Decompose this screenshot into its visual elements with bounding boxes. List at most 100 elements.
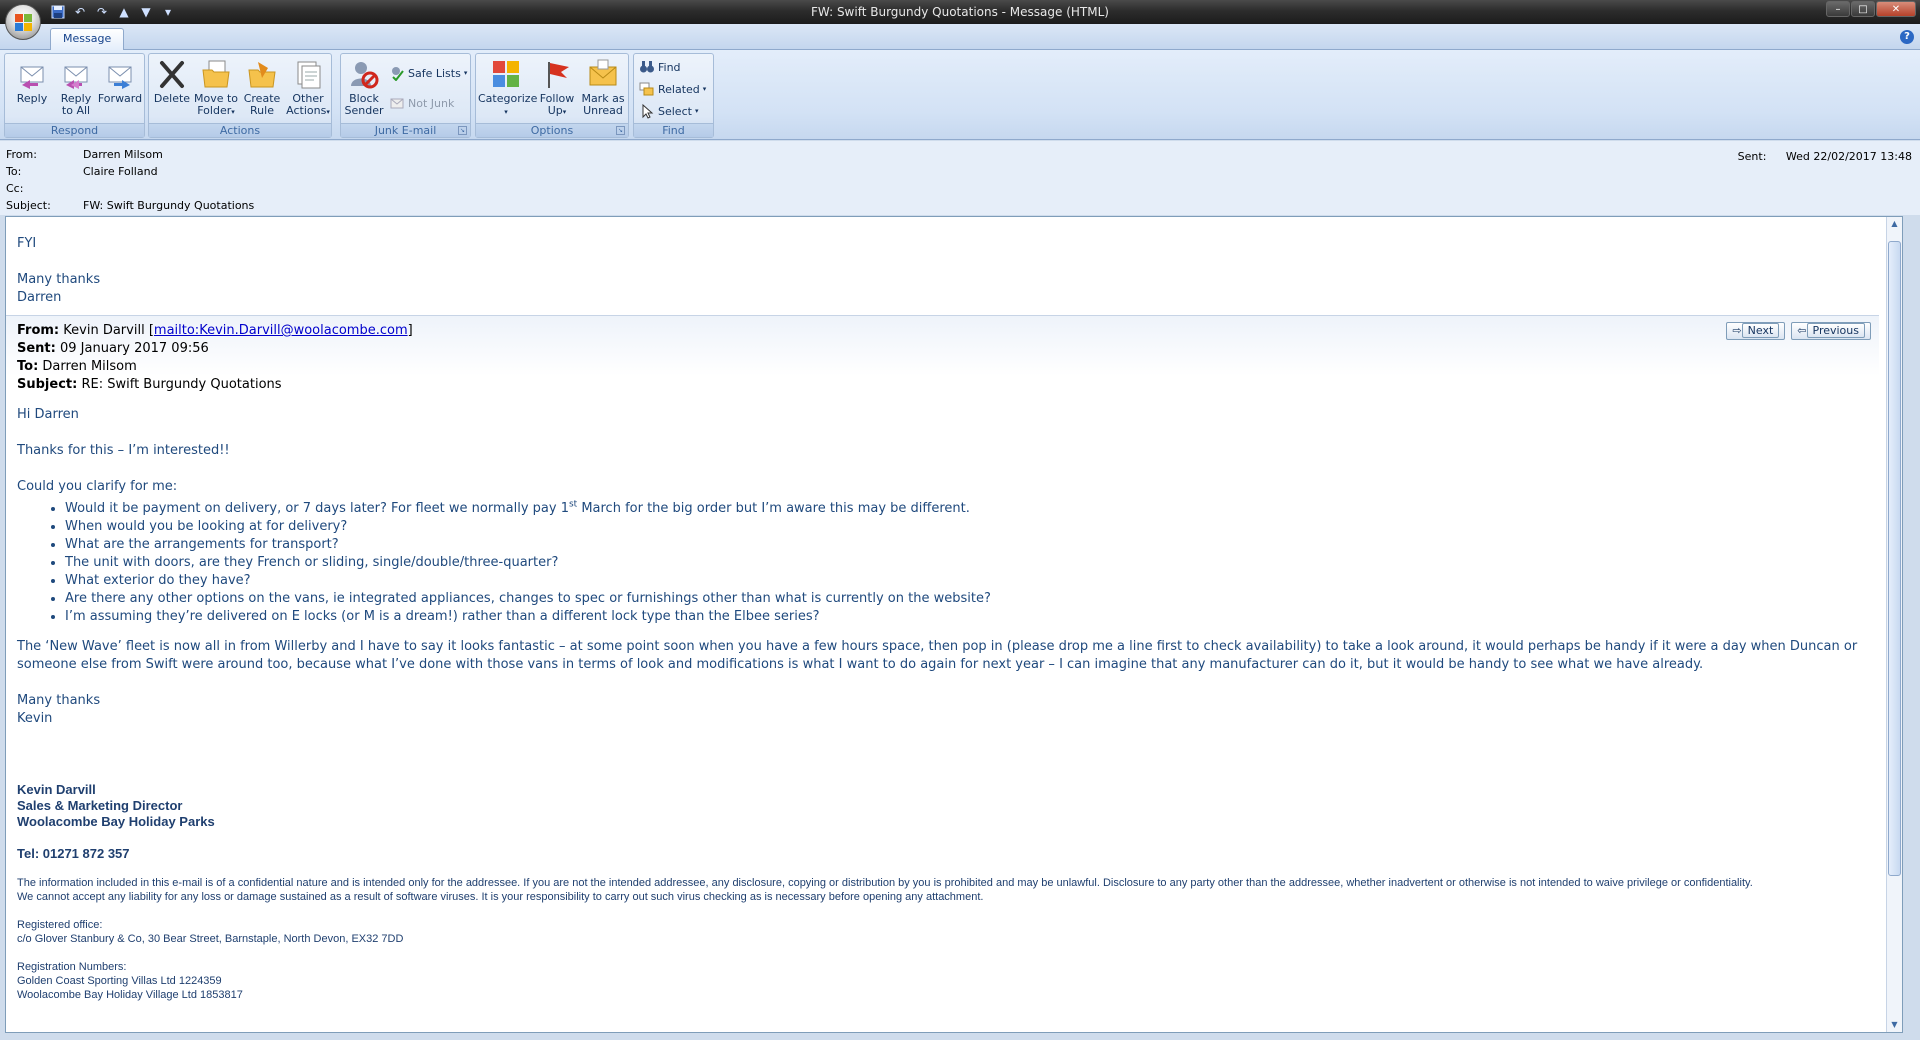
create-rule-button[interactable]: Create Rule: [239, 58, 285, 117]
registered-office: c/o Glover Stanbury & Co, 30 Bear Street…: [17, 933, 404, 945]
chevron-down-icon: ▾: [694, 107, 699, 115]
registration-number: Golden Coast Sporting Villas Ltd 1224359: [17, 975, 222, 987]
ribbon-tab-strip: Message ?: [0, 24, 1920, 50]
disclaimer-virus: We cannot accept any liability for any l…: [17, 891, 984, 903]
group-label-actions: Actions: [149, 123, 331, 137]
fwd-sent-label: Sent:: [17, 341, 56, 356]
list-item: I’m assuming they’re delivered on E lock…: [65, 608, 1879, 626]
greeting: Hi Darren: [17, 407, 79, 422]
from-value[interactable]: Darren Milsom: [83, 148, 163, 161]
block-sender-button[interactable]: Block Sender: [341, 58, 387, 117]
forwarded-header: ⇨ Next ⇦ Previous From: Kevin Darvill [mai…: [6, 315, 1879, 394]
minimize-button[interactable]: –: [1826, 1, 1850, 17]
message-body[interactable]: FYI Many thanks Darren ⇨ Next ⇦ Previous F…: [5, 216, 1903, 1033]
subject-label: Subject:: [6, 199, 51, 212]
office-logo-icon: [15, 14, 33, 32]
chevron-down-icon: ▾: [702, 85, 707, 93]
safe-lists-button[interactable]: Safe Lists ▾: [389, 64, 467, 82]
to-label: To:: [6, 165, 22, 178]
fwd-subject-label: Subject:: [17, 377, 78, 392]
window-controls: – □ ✕: [1826, 1, 1916, 17]
categorize-button[interactable]: Categorize ▾: [478, 58, 537, 118]
chevron-down-icon: ▾: [562, 108, 567, 116]
forward-button[interactable]: Forward: [97, 58, 143, 105]
header-sent: Sent: Wed 22/02/2017 13:48: [1738, 150, 1912, 163]
fwd-from-email-link[interactable]: mailto:Kevin.Darvill@woolacombe.com: [154, 323, 408, 338]
fwd-from-label: From:: [17, 323, 60, 338]
disclaimer-confidential: The information included in this e-mail …: [17, 877, 1753, 889]
ribbon: Reply Reply to All Forward Respond Delet…: [0, 50, 1920, 140]
item-navigation: ⇨ Next ⇦ Previous: [1726, 322, 1871, 340]
other-actions-icon: [297, 61, 321, 89]
previous-button[interactable]: ⇦ Previous: [1791, 322, 1871, 340]
reply-all-icon: [64, 66, 88, 89]
scroll-up-icon[interactable]: ▲: [1887, 217, 1902, 231]
delete-button[interactable]: Delete: [149, 58, 195, 105]
fwd-to-value: Darren Milsom: [42, 359, 137, 374]
cursor-arrow-icon: [642, 103, 654, 119]
dialog-launcher-icon[interactable]: ↘: [616, 126, 625, 135]
scrollbar-thumb[interactable]: [1888, 241, 1901, 876]
maximize-button[interactable]: □: [1851, 1, 1875, 17]
reply-icon: [20, 66, 44, 89]
intro-fyi: FYI: [17, 236, 37, 251]
related-icon: [639, 82, 654, 96]
not-junk-icon: [390, 98, 404, 109]
vertical-scrollbar[interactable]: ▲ ▼: [1886, 217, 1902, 1032]
fwd-from-name: Kevin Darvill: [63, 323, 145, 338]
subject-value: FW: Swift Burgundy Quotations: [83, 199, 255, 212]
next-button[interactable]: ⇨ Next: [1726, 322, 1786, 340]
intro-thanks: Many thanks: [17, 272, 101, 287]
not-junk-button[interactable]: Not Junk: [389, 94, 454, 112]
binoculars-icon: [640, 61, 654, 73]
help-icon[interactable]: ?: [1900, 30, 1914, 44]
safe-lists-icon: [392, 67, 404, 81]
window-title: FW: Swift Burgundy Quotations - Message …: [811, 5, 1109, 19]
closing-name: Kevin: [17, 711, 53, 726]
group-label-options: Options: [476, 123, 628, 137]
close-button[interactable]: ✕: [1876, 1, 1916, 17]
fwd-subject-value: RE: Swift Burgundy Quotations: [81, 377, 282, 392]
mark-as-unread-button[interactable]: Mark as Unread: [580, 58, 626, 117]
scroll-down-icon[interactable]: ▼: [1887, 1018, 1902, 1032]
other-actions-button[interactable]: Other Actions▾: [285, 58, 331, 118]
office-button[interactable]: [5, 4, 41, 40]
signature-company: Woolacombe Bay Holiday Parks: [17, 814, 215, 829]
reply-all-button[interactable]: Reply to All: [53, 58, 99, 117]
list-item: The unit with doors, are they French or …: [65, 554, 1879, 572]
chevron-down-icon: ▾: [463, 69, 468, 77]
group-label-respond: Respond: [5, 123, 144, 137]
group-find: Find Related ▾ Select ▾ Find: [633, 53, 714, 138]
registration-number: Woolacombe Bay Holiday Village Ltd 18538…: [17, 989, 243, 1001]
related-button[interactable]: Related ▾: [639, 80, 706, 98]
message-content: FYI Many thanks Darren ⇨ Next ⇦ Previous F…: [6, 235, 1879, 1002]
signature-title: Sales & Marketing Director: [17, 798, 183, 813]
intro-name: Darren: [17, 290, 62, 305]
chevron-down-icon: ▾: [231, 108, 235, 116]
cc-label: Cc:: [6, 182, 24, 195]
group-label-find: Find: [634, 123, 713, 137]
fwd-to-label: To:: [17, 359, 39, 374]
delete-icon: [160, 61, 184, 88]
reply-button[interactable]: Reply: [9, 58, 55, 105]
select-button[interactable]: Select ▾: [639, 102, 698, 120]
group-actions: Delete Move to Folder▾ Create Rule Other…: [148, 53, 332, 138]
group-label-junk: Junk E-mail: [341, 123, 470, 137]
group-respond: Reply Reply to All Forward Respond: [4, 53, 145, 138]
follow-up-button[interactable]: Follow Up▾: [534, 58, 580, 118]
list-item: Would it be payment on delivery, or 7 da…: [65, 500, 1879, 518]
tab-message[interactable]: Message: [50, 28, 125, 50]
question-list: Would it be payment on delivery, or 7 da…: [65, 500, 1879, 626]
to-value[interactable]: Claire Folland: [83, 165, 158, 178]
message-header: From: Darren Milsom To: Claire Folland C…: [0, 141, 1920, 215]
forward-icon: [108, 66, 132, 89]
block-sender-icon: [351, 62, 379, 89]
closing-thanks: Many thanks: [17, 693, 101, 708]
fwd-sent-value: 09 January 2017 09:56: [60, 341, 209, 356]
registered-office-label: Registered office:: [17, 919, 103, 931]
find-button[interactable]: Find: [639, 58, 681, 76]
dialog-launcher-icon[interactable]: ↘: [458, 126, 467, 135]
chevron-down-icon: ▾: [504, 108, 508, 116]
flag-icon: [548, 62, 569, 88]
move-to-folder-button[interactable]: Move to Folder▾: [193, 58, 239, 118]
